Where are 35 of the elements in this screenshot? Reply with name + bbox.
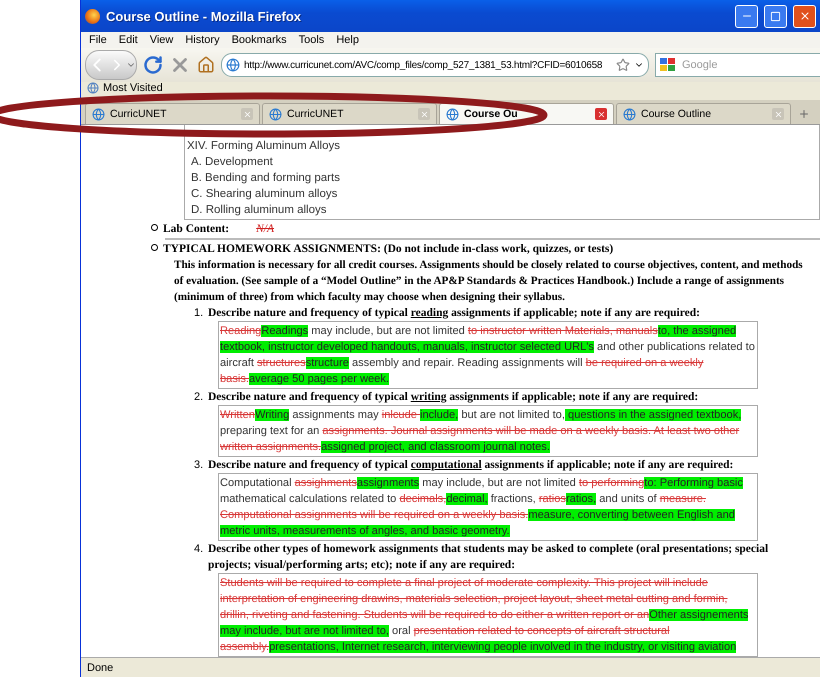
outline-item: B. Bending and forming parts <box>190 171 341 186</box>
menu-item[interactable]: Edit <box>112 34 144 46</box>
lab-label: Lab Content: <box>163 222 230 237</box>
question-prompt: Describe other types of homework assignments that students may be asked to complete (oral presentations; special projects; visual/performing arts; etc); note if any are required: <box>208 542 770 573</box>
question-number: 1. <box>194 306 204 321</box>
intro-paragraph: This information is necessary for all credit courses. Assignments should be closely related to course objectives, content, and methods of evaluation. (See sample of a “Model Outline” in the AP&P Standards & Practices Handbook.) Include a range of assignments (minimum of three) from which faculty may choose when designing their syllabus. <box>174 258 804 305</box>
menu-item[interactable]: File <box>83 34 113 46</box>
menu-item[interactable]: Help <box>330 34 365 46</box>
question-prompt: Describe nature and frequency of typical computational assignments if applicable; note if any are required: <box>208 458 734 473</box>
question-number: 2. <box>194 390 204 405</box>
answer-box[interactable]: Computational assighmentsassignments may include, but are not limited to performingto: Performing basic mathematical calculations related to decimals,decimal, fractions, ratiosratios, and units of measure. Computational assignments will be required on a weekly basis.measure, converting between English and metric units, measurements of angles, and basic geometry. <box>218 473 758 541</box>
outline-item: XIV. Forming Aluminum Alloys <box>187 139 341 154</box>
browser-tab[interactable]: CurricUNET <box>262 103 437 124</box>
question-prompt: Describe nature and frequency of typical reading assignments if applicable; note if any are required: <box>208 306 701 321</box>
bookmark-item[interactable]: Most Visited <box>103 82 163 94</box>
menu-item[interactable]: Tools <box>292 34 330 46</box>
question-prompt: Describe nature and frequency of typical writing assignments if applicable; note if any are required: <box>208 390 700 405</box>
lab-value: N/A <box>256 223 274 235</box>
question-number: 3. <box>194 458 204 473</box>
search-field[interactable]: Google <box>655 53 820 77</box>
outline-item: A. Development <box>190 155 274 170</box>
answer-box[interactable]: Students will be required to complete a final project of moderate complexity. This project will include interpretation of engineering drawins, materials selection, project layout, sheet metal cutting and formin, drillin, riveting and fastening. Students will be required to do either a written report or anOther assignements may include, but are not limited to, oral presentation related to concepts of aircraft structural assembly.presentations, Internet research, interviewing people involved in the industry, or visiting aviation <box>218 573 758 657</box>
question-number: 4. <box>194 542 204 557</box>
outline-item: D. Rolling aluminum alloys <box>190 203 328 218</box>
menu-item[interactable]: Bookmarks <box>226 34 293 46</box>
browser-tab[interactable]: CurricUNET <box>85 103 260 124</box>
answer-box[interactable]: ReadingReadings may include, but are not limited to instructor written Materials, manualsto, the assigned textbook, instructor developed handouts, manuals, instructor selected URL's and other publications related to aircraft structuresstructure assembly and repair. Reading assignments will be required on a weekly basis.average 50 pages per week. <box>218 321 758 389</box>
outline-item: C. Shearing aluminum alloys <box>190 187 338 202</box>
menu-item[interactable]: View <box>144 34 180 46</box>
answer-box[interactable]: WrittenWriting assignments may inlcude include, but are not limited to, questions in the assigned textbook, preparing text for an assignments. Journal assignments will be made on a weekly basis. At least two other written assignments.assigned project, and classroom journal notes. <box>218 405 758 457</box>
menu-item[interactable]: History <box>179 34 226 46</box>
window-title: Course Outline - Mozilla Firefox <box>106 8 302 24</box>
browser-tab[interactable]: Course Outline <box>616 103 791 124</box>
section-heading: TYPICAL HOMEWORK ASSIGNMENTS: (Do not include in-class work, quizzes, or tests) <box>163 242 614 257</box>
address-field[interactable]: http://www.curricunet.com/AVC/comp_files/comp_527_1381_53.html?CFID=6010658 <box>221 53 649 77</box>
